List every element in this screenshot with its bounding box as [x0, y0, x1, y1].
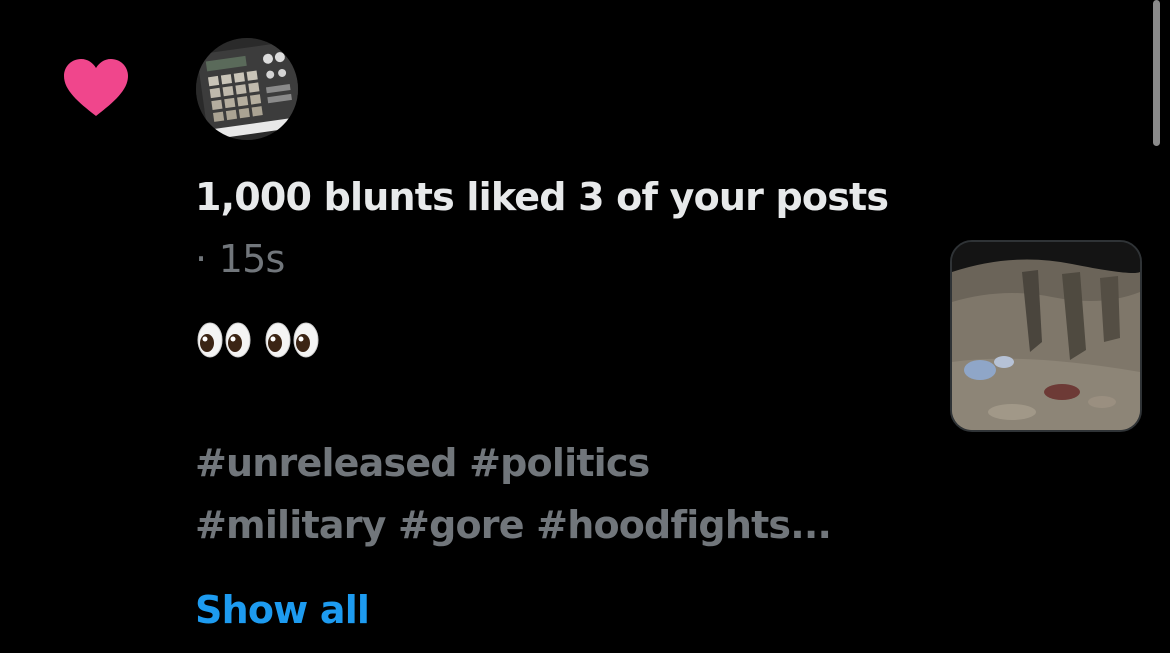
- timestamp: 15s: [218, 237, 286, 281]
- post-emoji-text: [196, 316, 336, 364]
- notification-item[interactable]: 1,000 blunts liked 3 of your posts · 15s: [0, 0, 1170, 653]
- avatar[interactable]: [196, 38, 298, 140]
- hashtags-line-2: #military #gore #hoodfights...: [195, 503, 832, 547]
- drum-machine-image: [196, 38, 298, 140]
- separator: ·: [195, 237, 207, 281]
- eyes-emoji-icon: [197, 322, 319, 358]
- post-media-thumbnail[interactable]: [950, 240, 1142, 432]
- scrollbar[interactable]: [1153, 0, 1160, 146]
- heart-icon: [64, 59, 128, 116]
- thumbnail-image: [952, 242, 1140, 430]
- notification-text: 1,000 blunts liked 3 of your posts · 15s: [195, 166, 895, 290]
- actor-name[interactable]: 1,000 blunts: [195, 175, 455, 219]
- action-text: liked 3 of your posts: [466, 175, 889, 219]
- post-hashtags: #unreleased #politics #military #gore #h…: [195, 432, 915, 556]
- hashtags-line-1: #unreleased #politics: [195, 441, 650, 485]
- show-all-link[interactable]: Show all: [195, 580, 370, 640]
